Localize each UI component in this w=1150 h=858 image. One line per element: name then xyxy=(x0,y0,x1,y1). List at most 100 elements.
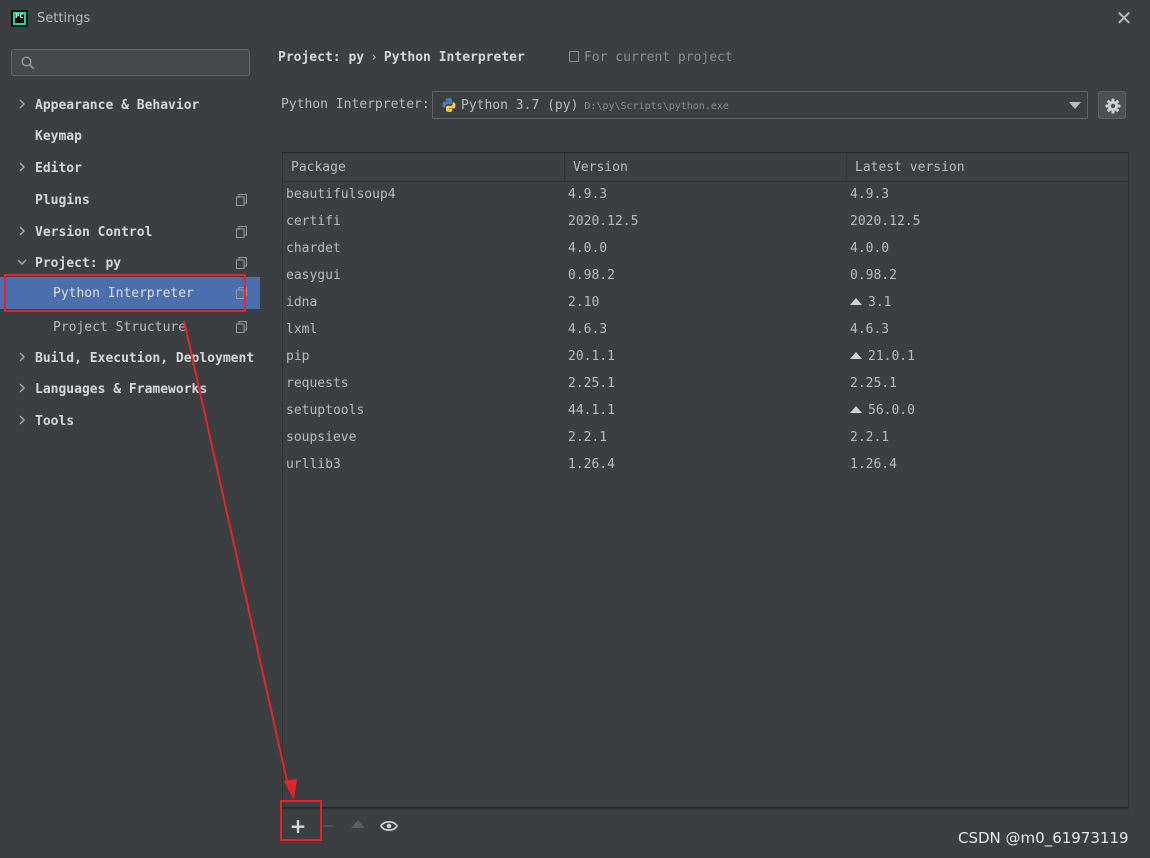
sidebar-item-label: Editor xyxy=(35,161,82,176)
table-row[interactable]: pip 20.1.1 21.0.1 xyxy=(283,344,1128,371)
sidebar-item-plugins[interactable]: Plugins xyxy=(0,186,260,216)
package-name-cell: soupsieve xyxy=(286,430,357,445)
latest-version-value: 21.0.1 xyxy=(868,349,915,364)
table-row[interactable]: beautifulsoup4 4.9.3 4.9.3 xyxy=(283,182,1128,209)
latest-version-cell: 2020.12.5 xyxy=(850,214,920,229)
settings-sidebar: Appearance & Behavior Keymap Editor Plugins… xyxy=(0,38,260,858)
latest-version-cell: 21.0.1 xyxy=(850,349,915,364)
version-cell: 4.9.3 xyxy=(568,187,608,202)
chevron-right-icon[interactable] xyxy=(17,414,29,428)
interpreter-dropdown[interactable]: Python 3.7 (py) D:\py\Scripts\python.exe xyxy=(432,91,1088,119)
column-header-package[interactable]: Package xyxy=(283,153,565,182)
interpreter-label: Python Interpreter: xyxy=(281,97,430,112)
breadcrumb: Project: py › Python Interpreter xyxy=(278,50,525,65)
sidebar-item-label: Project: py xyxy=(35,256,122,271)
latest-version-value: 2.25.1 xyxy=(850,376,897,391)
sidebar-item-label: Version Control xyxy=(35,225,153,240)
sidebar-item-label: Keymap xyxy=(35,129,82,144)
latest-version-value: 2020.12.5 xyxy=(850,214,921,229)
chevron-right-icon[interactable] xyxy=(17,351,29,365)
table-row[interactable]: lxml 4.6.3 4.6.3 xyxy=(283,317,1128,344)
sidebar-item-appearance-behavior[interactable]: Appearance & Behavior xyxy=(0,91,260,121)
table-row[interactable]: requests 2.25.1 2.25.1 xyxy=(283,371,1128,398)
packages-table: Package Version Latest version beautiful… xyxy=(282,152,1129,808)
latest-version-value: 56.0.0 xyxy=(868,403,915,418)
column-header-version[interactable]: Version xyxy=(565,153,847,182)
chevron-down-icon[interactable] xyxy=(17,256,29,270)
sidebar-item-editor[interactable]: Editor xyxy=(0,154,260,184)
version-cell: 2.2.1 xyxy=(568,430,608,445)
sidebar-item-keymap[interactable]: Keymap xyxy=(0,122,260,152)
sidebar-item-version-control[interactable]: Version Control xyxy=(0,218,260,248)
project-scope-icon xyxy=(236,321,247,333)
scope-note-label: For current project xyxy=(584,50,733,65)
table-row[interactable]: chardet 4.0.0 4.0.0 xyxy=(283,236,1128,263)
chevron-right-icon[interactable] xyxy=(17,382,29,396)
package-name-cell: chardet xyxy=(286,241,341,256)
table-row[interactable]: soupsieve 2.2.1 2.2.1 xyxy=(283,425,1128,452)
highlight-box-python-interpreter xyxy=(4,274,246,312)
latest-version-value: 4.0.0 xyxy=(850,241,890,256)
watermark: CSDN @m0_61973119 xyxy=(958,829,1129,847)
sidebar-item-label: Tools xyxy=(35,414,75,429)
settings-search-field[interactable] xyxy=(11,49,250,76)
latest-version-value: 4.6.3 xyxy=(850,322,890,337)
pycharm-logo-icon: PC xyxy=(11,10,28,27)
eye-icon xyxy=(379,820,399,832)
sidebar-item-label: Plugins xyxy=(35,193,90,208)
chevron-right-icon[interactable] xyxy=(17,225,29,239)
chevron-down-icon xyxy=(1069,102,1081,109)
interpreter-path: D:\py\Scripts\python.exe xyxy=(584,101,729,112)
chevron-right-icon[interactable] xyxy=(17,98,29,112)
latest-version-cell: 3.1 xyxy=(850,295,891,310)
search-input[interactable] xyxy=(40,53,240,72)
sidebar-item-tools[interactable]: Tools xyxy=(0,407,260,437)
scope-note: For current project xyxy=(569,50,733,65)
upgrade-available-icon xyxy=(850,352,862,359)
interpreter-settings-button[interactable] xyxy=(1098,91,1126,119)
latest-version-cell: 1.26.4 xyxy=(850,457,897,472)
title-bar: PC Settings ✕ xyxy=(0,0,1150,38)
upgrade-icon xyxy=(351,820,365,828)
interpreter-settings-panel: Project: py › Python Interpreter For curre… xyxy=(260,38,1150,858)
sidebar-item-label: Project Structure xyxy=(53,320,187,335)
package-name-cell: easygui xyxy=(286,268,341,283)
latest-version-value: 3.1 xyxy=(868,295,892,310)
sidebar-item-label: Build, Execution, Deployment xyxy=(35,351,255,366)
table-row[interactable]: certifi 2020.12.5 2020.12.5 xyxy=(283,209,1128,236)
latest-version-value: 1.26.4 xyxy=(850,457,897,472)
table-row[interactable]: urllib3 1.26.4 1.26.4 xyxy=(283,452,1128,479)
sidebar-item-label: Languages & Frameworks xyxy=(35,382,208,397)
show-early-releases-button[interactable] xyxy=(378,815,400,837)
highlight-box-add-button xyxy=(280,800,322,841)
close-icon[interactable]: ✕ xyxy=(1114,8,1134,28)
latest-version-cell: 0.98.2 xyxy=(850,268,897,283)
upgrade-available-icon xyxy=(850,406,862,413)
version-cell: 2020.12.5 xyxy=(568,214,639,229)
sidebar-item-project-structure[interactable]: Project Structure xyxy=(0,313,260,343)
upgrade-package-button[interactable] xyxy=(347,815,369,837)
search-icon xyxy=(21,56,35,70)
latest-version-cell: 4.9.3 xyxy=(850,187,889,202)
table-row[interactable]: setuptools 44.1.1 56.0.0 xyxy=(283,398,1128,425)
version-cell: 20.1.1 xyxy=(568,349,615,364)
table-row[interactable]: idna 2.10 3.1 xyxy=(283,290,1128,317)
latest-version-value: 2.2.1 xyxy=(850,430,890,445)
package-name-cell: certifi xyxy=(286,214,341,229)
version-cell: 4.6.3 xyxy=(568,322,608,337)
chevron-right-icon[interactable] xyxy=(17,161,29,175)
table-row[interactable]: easygui 0.98.2 0.98.2 xyxy=(283,263,1128,290)
package-name-cell: beautifulsoup4 xyxy=(286,187,396,202)
breadcrumb-separator: › xyxy=(370,50,378,65)
sidebar-item-languages-frameworks[interactable]: Languages & Frameworks xyxy=(0,375,260,405)
project-scope-icon xyxy=(236,226,247,238)
latest-version-cell: 4.0.0 xyxy=(850,241,889,256)
latest-version-cell: 56.0.0 xyxy=(850,403,915,418)
column-header-latest-version[interactable]: Latest version xyxy=(847,153,1128,182)
version-cell: 2.10 xyxy=(568,295,600,310)
gear-icon xyxy=(1105,98,1121,114)
latest-version-value: 4.9.3 xyxy=(850,187,890,202)
sidebar-item-build-execution-deployment[interactable]: Build, Execution, Deployment xyxy=(0,344,260,374)
version-cell: 4.0.0 xyxy=(568,241,608,256)
package-name-cell: pip xyxy=(286,349,310,364)
